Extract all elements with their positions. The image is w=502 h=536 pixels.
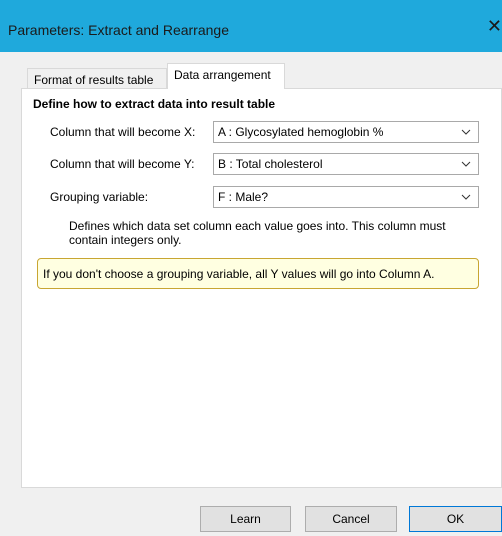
info-note: If you don't choose a grouping variable,…: [37, 258, 479, 289]
window-title: Parameters: Extract and Rearrange: [8, 22, 229, 38]
tab-panel: Define how to extract data into result t…: [21, 88, 502, 488]
tab-data-arrangement[interactable]: Data arrangement: [167, 63, 285, 89]
grouping-label: Grouping variable:: [50, 190, 149, 204]
dialog-body: Format of results table Data arrangement…: [0, 52, 502, 536]
learn-button[interactable]: Learn: [200, 506, 291, 532]
x-column-dropdown[interactable]: A : Glycosylated hemoglobin %: [213, 121, 479, 143]
tab-format-of-results-table[interactable]: Format of results table: [27, 68, 167, 89]
title-bar: Parameters: Extract and Rearrange ✕: [0, 0, 502, 52]
y-column-label: Column that will become Y:: [50, 157, 195, 171]
x-column-value: A : Glycosylated hemoglobin %: [218, 125, 384, 139]
chevron-down-icon: [460, 187, 472, 207]
y-column-dropdown[interactable]: B : Total cholesterol: [213, 153, 479, 175]
ok-button[interactable]: OK: [409, 506, 502, 532]
cancel-button[interactable]: Cancel: [305, 506, 397, 532]
close-icon[interactable]: ✕: [484, 14, 502, 38]
grouping-dropdown[interactable]: F : Male?: [213, 186, 479, 208]
grouping-help-text: Defines which data set column each value…: [69, 219, 446, 247]
x-column-label: Column that will become X:: [50, 125, 196, 139]
y-column-value: B : Total cholesterol: [218, 157, 323, 171]
grouping-value: F : Male?: [218, 190, 269, 204]
chevron-down-icon: [460, 122, 472, 142]
section-heading: Define how to extract data into result t…: [33, 97, 276, 111]
chevron-down-icon: [460, 154, 472, 174]
